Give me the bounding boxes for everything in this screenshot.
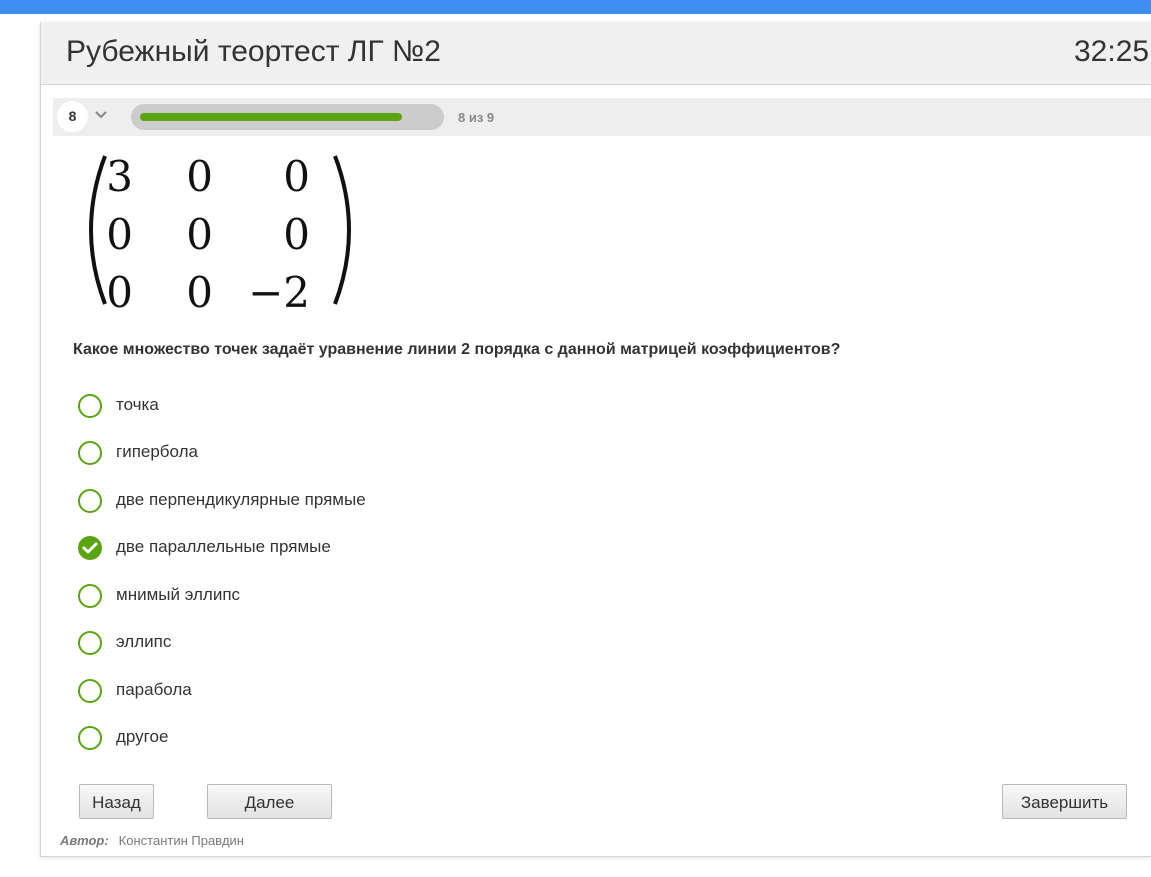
answer-option-label[interactable]: другое: [116, 727, 168, 747]
answer-option-label[interactable]: две параллельные прямые: [116, 537, 331, 557]
matrix-cell: 0: [283, 210, 310, 259]
author-credit: Автор: Константин Правдин: [60, 833, 244, 848]
radio-button[interactable]: [78, 394, 102, 418]
coefficient-matrix: 3 0 0 0 0 0 0 0 −2: [75, 150, 365, 314]
progress-bar-fill: [140, 113, 402, 121]
matrix-cell: 0: [106, 210, 133, 259]
radio-button[interactable]: [78, 441, 102, 465]
answer-option[interactable]: эллипс: [77, 629, 677, 659]
answer-option-selected[interactable]: две параллельные прямые: [77, 534, 677, 564]
test-card: Рубежный теортест ЛГ №2 32:25 8 8 из 9 3…: [40, 22, 1151, 857]
top-accent-bar: [0, 0, 1151, 14]
matrix-cell: 0: [106, 268, 133, 317]
matrix-cell: −2: [248, 268, 310, 317]
answer-option[interactable]: точка: [77, 392, 677, 422]
answer-option-label[interactable]: парабола: [116, 680, 192, 700]
radio-button[interactable]: [78, 726, 102, 750]
radio-button[interactable]: [78, 584, 102, 608]
answer-option[interactable]: мнимый эллипс: [77, 582, 677, 612]
question-navigator: 8 8 из 9: [53, 98, 1151, 136]
progress-text: 8 из 9: [458, 110, 495, 125]
answer-option[interactable]: две перпендикулярные прямые: [77, 487, 677, 517]
finish-button[interactable]: Завершить: [1002, 784, 1127, 819]
matrix-cell: 0: [186, 210, 213, 259]
matrix-cell: 3: [106, 152, 133, 201]
back-button[interactable]: Назад: [79, 784, 154, 819]
matrix-cell: 0: [186, 152, 213, 201]
radio-button-checked[interactable]: [78, 536, 102, 560]
next-button[interactable]: Далее: [207, 784, 332, 819]
radio-button[interactable]: [78, 679, 102, 703]
answer-option-label[interactable]: мнимый эллипс: [116, 585, 240, 605]
test-title: Рубежный теортест ЛГ №2: [66, 35, 441, 68]
countdown-timer: 32:25: [1074, 35, 1150, 68]
chevron-down-icon[interactable]: [93, 107, 109, 123]
test-header: Рубежный теортест ЛГ №2 32:25: [41, 22, 1151, 85]
answer-option-label[interactable]: две перпендикулярные прямые: [116, 490, 366, 510]
author-label: Автор:: [60, 833, 109, 848]
question-number-button[interactable]: 8: [57, 101, 88, 132]
answer-option[interactable]: парабола: [77, 677, 677, 707]
answer-option[interactable]: гипербола: [77, 439, 677, 469]
checkmark-icon: [82, 542, 98, 554]
matrix-cell: 0: [186, 268, 213, 317]
answer-option-label[interactable]: гипербола: [116, 442, 198, 462]
progress-bar: [131, 104, 444, 130]
radio-button[interactable]: [78, 631, 102, 655]
answer-option[interactable]: другое: [77, 724, 677, 754]
answer-option-label[interactable]: эллипс: [116, 632, 171, 652]
radio-button[interactable]: [78, 489, 102, 513]
question-text: Какое множество точек задаёт уравнение л…: [73, 341, 841, 358]
answer-option-label[interactable]: точка: [116, 395, 159, 415]
author-name: Константин Правдин: [118, 833, 244, 848]
matrix-cell: 0: [283, 152, 310, 201]
